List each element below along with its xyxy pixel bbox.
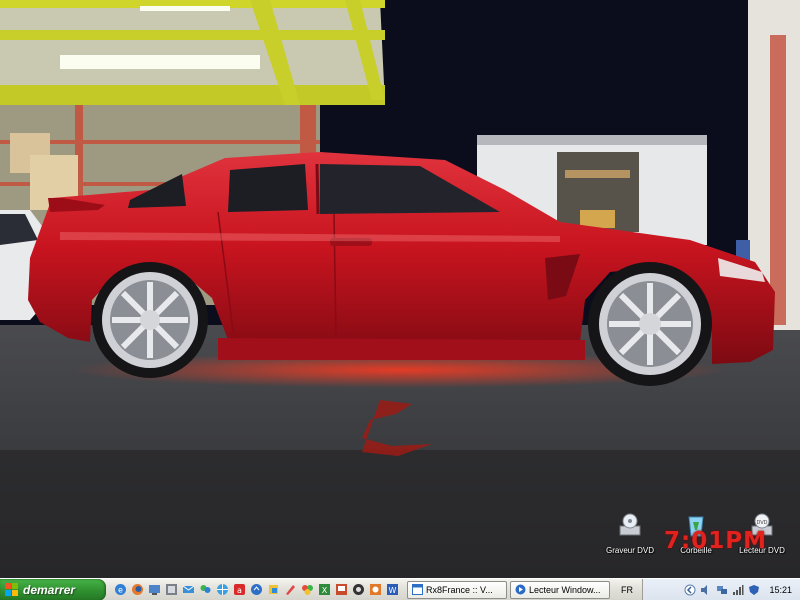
pdf-icon[interactable] <box>350 582 366 598</box>
taskbar-button-label: Rx8France :: V... <box>426 584 493 595</box>
svg-text:W: W <box>388 586 396 595</box>
network-icon[interactable] <box>146 582 162 598</box>
browser-window-icon <box>412 584 423 595</box>
signal-icon[interactable] <box>731 583 745 597</box>
taskbar-button-media-player[interactable]: Lecteur Window... <box>510 580 610 599</box>
desktop-icon-label: Graveur DVD <box>605 546 654 555</box>
taskbar-clock[interactable]: 15:21 <box>769 585 792 595</box>
start-label: demarrer <box>23 582 76 597</box>
svg-text:e: e <box>118 586 123 595</box>
media-icon[interactable] <box>163 582 179 598</box>
tray-expand-icon[interactable] <box>683 583 697 597</box>
start-button[interactable]: demarrer <box>0 578 106 600</box>
folder-icon[interactable] <box>299 582 315 598</box>
media-player-icon <box>515 584 526 595</box>
update-icon[interactable] <box>248 582 264 598</box>
desktop-clock-overlay: 7:01PM <box>664 528 767 554</box>
network-tray-icon[interactable] <box>715 583 729 597</box>
svg-text:a: a <box>237 586 242 595</box>
word-icon[interactable]: W <box>384 582 400 598</box>
desktop: Graveur DVD Corbeille DVD Lecteur DVD 7:… <box>0 0 800 578</box>
paint-icon[interactable] <box>265 582 281 598</box>
mail-icon[interactable] <box>180 582 196 598</box>
antivirus-icon[interactable]: a <box>231 582 247 598</box>
desktop-icon-dvd-burner[interactable]: Graveur DVD <box>601 512 659 558</box>
language-indicator[interactable]: FR <box>616 585 638 595</box>
windows-flag-icon <box>5 582 18 596</box>
spreadsheet-icon[interactable]: X <box>316 582 332 598</box>
messenger-icon[interactable] <box>197 582 213 598</box>
globe-icon[interactable] <box>214 582 230 598</box>
presentation-icon[interactable] <box>333 582 349 598</box>
internet-explorer-icon[interactable]: e <box>112 582 128 598</box>
taskbar-button-browser[interactable]: Rx8France :: V... <box>407 580 507 599</box>
wallpaper-image <box>0 0 800 578</box>
firefox-icon[interactable] <box>129 582 145 598</box>
svg-text:X: X <box>321 586 327 595</box>
color-picker-icon[interactable] <box>282 582 298 598</box>
taskbar: demarrer e a X W Rx8France :: V... Lecte… <box>0 578 800 600</box>
volume-icon[interactable] <box>699 583 713 597</box>
shield-tray-icon[interactable] <box>747 583 761 597</box>
system-tray: 15:21 <box>642 578 800 600</box>
svg-text:DVD: DVD <box>756 520 767 526</box>
photo-icon[interactable] <box>367 582 383 598</box>
quick-launch-bar: e a X W <box>106 579 401 600</box>
dvd-burner-icon <box>619 513 641 536</box>
taskbar-button-label: Lecteur Window... <box>529 584 601 595</box>
